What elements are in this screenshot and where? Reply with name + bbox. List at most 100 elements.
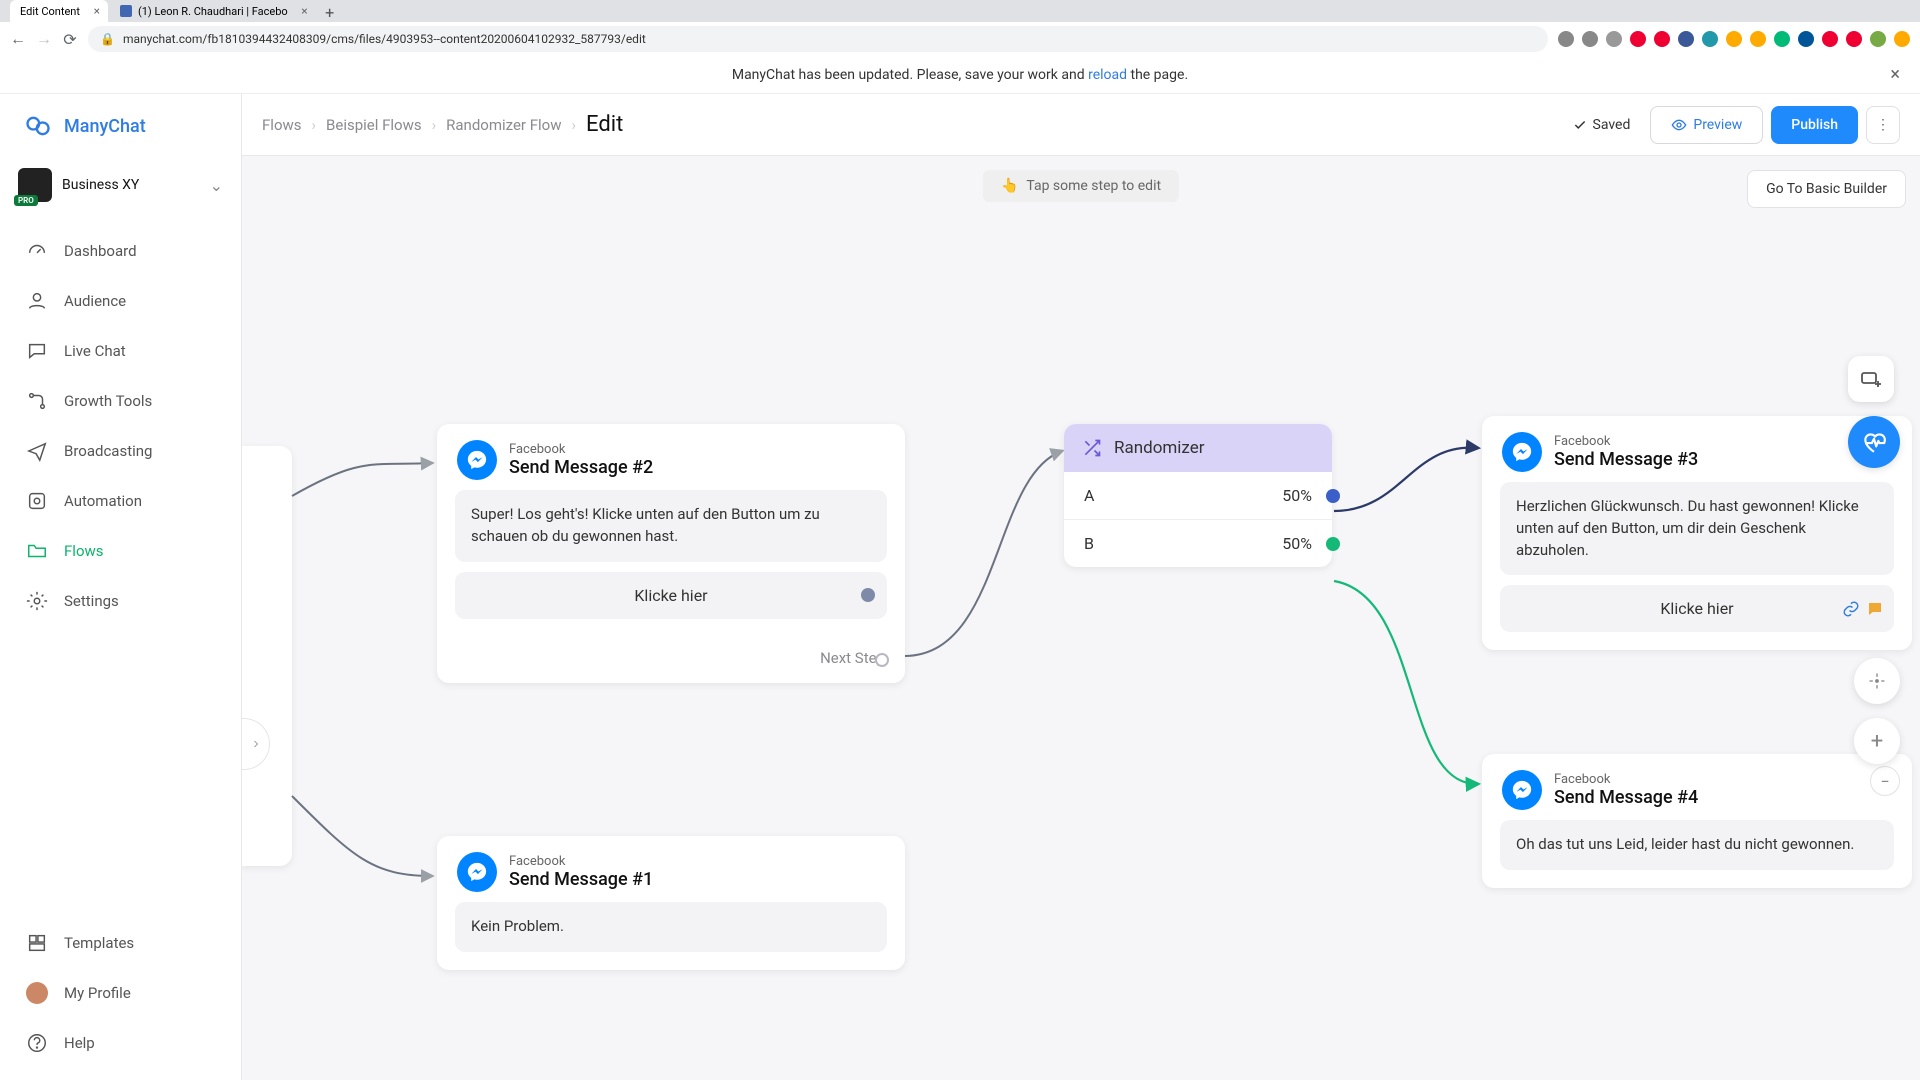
browser-tab-active[interactable]: Edit Content × — [10, 0, 108, 22]
message-button[interactable]: Klicke hier — [455, 572, 887, 619]
output-port[interactable] — [875, 653, 889, 667]
ext-icon[interactable] — [1678, 31, 1694, 47]
nav-livechat[interactable]: Live Chat — [0, 326, 241, 376]
tab-bar: Edit Content × (1) Leon R. Chaudhari | F… — [0, 0, 1920, 22]
next-step[interactable]: Next Step — [437, 637, 905, 683]
flow-canvas[interactable]: 👆 Tap some step to edit Go To Basic Buil… — [242, 156, 1920, 1080]
extension-icons — [1558, 31, 1910, 47]
node-title: Randomizer — [1114, 438, 1205, 458]
crumb-folder[interactable]: Beispiel Flows — [326, 116, 422, 134]
gear-icon — [26, 590, 48, 612]
saved-label: Saved — [1593, 117, 1631, 133]
ext-icon[interactable] — [1798, 31, 1814, 47]
back-icon[interactable]: ← — [10, 31, 26, 47]
preview-button[interactable]: Preview — [1650, 106, 1763, 144]
message-text: Oh das tut uns Leid, leider hast du nich… — [1500, 820, 1894, 870]
node-send-message-4[interactable]: − Facebook Send Message #4 Oh das tut un… — [1482, 754, 1912, 888]
star-icon[interactable] — [1606, 31, 1622, 47]
node-title: Send Message #4 — [1554, 787, 1698, 808]
offscreen-node[interactable] — [242, 446, 292, 866]
nav-audience[interactable]: Audience — [0, 276, 241, 326]
ext-icon[interactable] — [1654, 31, 1670, 47]
node-platform: Facebook — [1554, 772, 1698, 787]
publish-button[interactable]: Publish — [1771, 106, 1858, 144]
workspace-avatar: PRO — [18, 168, 52, 202]
center-view-button[interactable] — [1854, 658, 1900, 704]
ext-icon[interactable] — [1726, 31, 1742, 47]
randomizer-branch-b[interactable]: B 50% — [1064, 519, 1332, 567]
eye-icon — [1671, 117, 1687, 133]
nav-help[interactable]: Help — [0, 1018, 241, 1068]
nav-label: Audience — [64, 292, 126, 310]
ext-icon[interactable] — [1822, 31, 1838, 47]
ext-icon[interactable] — [1894, 31, 1910, 47]
node-send-message-2[interactable]: Facebook Send Message #2 Super! Los geht… — [437, 424, 905, 683]
messenger-icon — [457, 440, 497, 480]
zoom-in-button[interactable]: + — [1854, 718, 1900, 764]
forward-icon[interactable]: → — [36, 31, 52, 47]
crumb-flow[interactable]: Randomizer Flow — [446, 116, 561, 134]
url-text: manychat.com/fb181039443240830​9/cms/fil… — [123, 32, 646, 46]
check-icon — [1573, 118, 1587, 132]
close-icon[interactable]: × — [94, 4, 100, 18]
ext-icon[interactable] — [1558, 31, 1574, 47]
nav-dashboard[interactable]: Dashboard — [0, 226, 241, 276]
brand-logo[interactable]: ManyChat — [0, 94, 241, 158]
ext-icon[interactable] — [1702, 31, 1718, 47]
hint-text: Tap some step to edit — [1026, 178, 1161, 194]
node-title: Send Message #1 — [509, 869, 653, 890]
user-icon — [26, 290, 48, 312]
output-port[interactable] — [861, 588, 875, 602]
nav-growth[interactable]: Growth Tools — [0, 376, 241, 426]
node-randomizer[interactable]: Randomizer A 50% B 50% — [1064, 424, 1332, 567]
button-label: Klicke hier — [634, 586, 707, 605]
workspace-switcher[interactable]: PRO Business XY ⌄ — [0, 158, 241, 220]
output-port[interactable] — [1326, 537, 1340, 551]
brand-name: ManyChat — [64, 116, 146, 137]
node-title: Send Message #2 — [509, 457, 653, 478]
edit-hint: 👆 Tap some step to edit — [983, 170, 1179, 202]
more-button[interactable]: ⋮ — [1866, 106, 1900, 144]
ext-icon[interactable] — [1774, 31, 1790, 47]
nav-automation[interactable]: Automation — [0, 476, 241, 526]
more-vertical-icon: ⋮ — [1876, 117, 1890, 133]
crumb-flows[interactable]: Flows — [262, 116, 302, 134]
nav-templates[interactable]: Templates — [0, 918, 241, 968]
ext-icon[interactable] — [1630, 31, 1646, 47]
close-icon[interactable]: × — [1890, 64, 1900, 85]
messenger-icon — [1502, 770, 1542, 810]
add-card-button[interactable] — [1848, 356, 1894, 402]
chat-bubble-icon — [1866, 600, 1884, 618]
saved-indicator: Saved — [1573, 117, 1631, 133]
topbar: Flows › Beispiel Flows › Randomizer Flow… — [242, 94, 1920, 156]
randomizer-branch-a[interactable]: A 50% — [1064, 472, 1332, 519]
close-icon[interactable]: × — [301, 4, 307, 18]
nav-settings[interactable]: Settings — [0, 576, 241, 626]
message-button[interactable]: Klicke hier — [1500, 585, 1894, 632]
collapse-button[interactable]: − — [1870, 766, 1900, 796]
reload-icon[interactable]: ⟳ — [62, 31, 78, 47]
node-header: Facebook Send Message #4 — [1482, 754, 1912, 820]
send-icon — [26, 440, 48, 462]
ext-icon[interactable] — [1582, 31, 1598, 47]
nav-label: Growth Tools — [64, 392, 152, 410]
new-tab-button[interactable]: + — [318, 3, 342, 22]
reload-link[interactable]: reload — [1088, 67, 1127, 83]
nav-flows[interactable]: Flows — [0, 526, 241, 576]
branch-label: B — [1084, 534, 1094, 553]
browser-tab[interactable]: (1) Leon R. Chaudhari | Facebo × — [110, 0, 316, 22]
go-to-basic-builder-button[interactable]: Go To Basic Builder — [1747, 170, 1906, 208]
profile-avatar-icon[interactable] — [1870, 31, 1886, 47]
nav-profile[interactable]: My Profile — [0, 968, 241, 1018]
ext-icon[interactable] — [1846, 31, 1862, 47]
node-header: Randomizer — [1064, 424, 1332, 472]
output-port[interactable] — [1326, 489, 1340, 503]
breadcrumbs: Flows › Beispiel Flows › Randomizer Flow… — [262, 112, 623, 137]
url-input[interactable]: 🔒 manychat.com/fb181039443240830​9/cms/f… — [88, 26, 1548, 52]
ext-icon[interactable] — [1750, 31, 1766, 47]
nav-label: Broadcasting — [64, 442, 152, 460]
nav-broadcasting[interactable]: Broadcasting — [0, 426, 241, 476]
node-send-message-1[interactable]: Facebook Send Message #1 Kein Problem. — [437, 836, 905, 970]
assist-button[interactable] — [1848, 416, 1900, 468]
node-platform: Facebook — [509, 442, 653, 457]
